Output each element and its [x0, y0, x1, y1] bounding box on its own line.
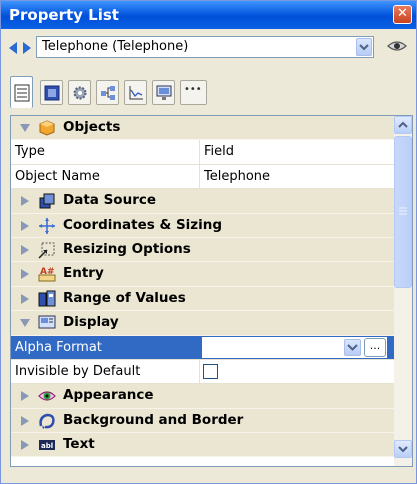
object-selector-value: Telephone (Telephone) — [42, 39, 189, 54]
property-panel: Objects Type Field Object Name Telephone… — [10, 115, 413, 467]
tab-settings[interactable] — [68, 80, 91, 105]
property-row-type[interactable]: Type Field — [11, 140, 394, 165]
chevron-down-icon — [398, 446, 408, 453]
object-icon — [44, 85, 60, 101]
group-label-objects: Objects — [63, 119, 121, 135]
triangle-collapsed-icon — [21, 220, 29, 231]
group-label-coordinates: Coordinates & Sizing — [63, 216, 223, 233]
tab-structure[interactable] — [96, 80, 119, 105]
vertical-scrollbar[interactable] — [394, 116, 412, 466]
property-row-alpha-format[interactable]: Alpha Format ... — [11, 335, 394, 360]
dropdown-button[interactable] — [356, 38, 372, 56]
triangle-collapsed-icon — [21, 269, 29, 280]
group-label-entry: Entry — [63, 265, 104, 282]
scroll-thumb[interactable] — [394, 136, 412, 288]
hierarchy-icon — [101, 86, 115, 100]
property-name: Type — [15, 144, 45, 160]
group-entry[interactable]: A# Entry — [11, 262, 394, 287]
group-label-resizing: Resizing Options — [63, 240, 191, 257]
tab-more[interactable]: ••• — [180, 80, 207, 105]
property-value[interactable]: Telephone — [204, 169, 270, 184]
coordinates-icon — [39, 217, 55, 234]
triangle-collapsed-icon — [21, 440, 29, 451]
tab-object[interactable] — [40, 80, 63, 105]
chevron-down-icon — [359, 44, 369, 51]
triangle-collapsed-icon — [21, 391, 29, 402]
entry-icon: A# — [38, 267, 56, 282]
gear-icon — [73, 86, 87, 100]
ellipsis-button[interactable]: ... — [364, 337, 386, 357]
scroll-down-button[interactable] — [394, 440, 412, 458]
object-selector-dropdown[interactable]: Telephone (Telephone) — [36, 36, 374, 58]
background-border-icon — [39, 413, 55, 429]
property-rows: Objects Type Field Object Name Telephone… — [11, 116, 394, 458]
group-background-border[interactable]: Background and Border — [11, 408, 394, 434]
text-style-icon: abl — [39, 440, 55, 451]
property-row-object-name[interactable]: Object Name Telephone — [11, 164, 394, 190]
group-coordinates[interactable]: Coordinates & Sizing — [11, 213, 394, 238]
monitor-icon — [156, 85, 172, 100]
triangle-expanded-icon — [20, 319, 30, 328]
chevron-down-icon — [347, 343, 358, 351]
data-source-icon — [39, 193, 55, 209]
group-data-source[interactable]: Data Source — [11, 189, 394, 214]
tab-properties[interactable] — [10, 76, 33, 108]
alpha-format-dropdown-button[interactable] — [344, 338, 361, 356]
group-label-display: Display — [63, 314, 119, 331]
svg-text:abl: abl — [41, 442, 53, 450]
invisible-by-default-checkbox[interactable] — [203, 363, 218, 379]
tab-graph[interactable] — [124, 80, 147, 105]
title-bar[interactable]: Property List ✕ — [1, 1, 416, 29]
tab-screen[interactable] — [152, 80, 175, 105]
triangle-expanded-icon — [20, 124, 30, 132]
group-label-range: Range of Values — [63, 289, 186, 306]
range-icon — [38, 290, 56, 307]
property-name: Object Name — [15, 168, 100, 184]
grip-icon — [399, 207, 407, 215]
scroll-up-button[interactable] — [394, 116, 412, 134]
close-icon: ✕ — [397, 6, 408, 21]
display-icon — [38, 315, 56, 329]
group-resizing[interactable]: Resizing Options — [11, 237, 394, 263]
group-appearance[interactable]: Appearance — [11, 384, 394, 409]
column-divider — [199, 140, 200, 165]
resizing-icon — [38, 242, 55, 259]
group-display[interactable]: Display — [11, 311, 394, 336]
column-divider — [199, 359, 200, 384]
property-list-window: Property List ✕ Telephone (Telephone) ••… — [0, 0, 417, 484]
group-text[interactable]: abl Text — [11, 433, 394, 458]
prev-next-arrows-icon[interactable] — [9, 40, 31, 56]
triangle-collapsed-icon — [21, 244, 29, 255]
property-row-invisible-by-default[interactable]: Invisible by Default — [11, 359, 394, 385]
triangle-collapsed-icon — [21, 415, 29, 426]
group-label-text: Text — [63, 436, 95, 453]
window-title: Property List — [9, 6, 119, 24]
property-value: Field — [204, 144, 235, 160]
ellipsis-label: ... — [369, 338, 381, 352]
column-divider — [199, 164, 200, 189]
group-objects[interactable]: Objects — [11, 116, 394, 141]
object-selector-row: Telephone (Telephone) — [1, 32, 416, 64]
group-label-appearance: Appearance — [63, 387, 154, 404]
objects-cube-icon — [39, 120, 55, 136]
close-button[interactable]: ✕ — [393, 5, 412, 24]
group-range[interactable]: Range of Values — [11, 286, 394, 312]
more-icon: ••• — [184, 84, 202, 95]
group-label-data-source: Data Source — [63, 192, 157, 209]
appearance-eye-icon — [38, 391, 56, 401]
property-name: Invisible by Default — [15, 363, 141, 379]
line-graph-icon — [129, 86, 143, 100]
triangle-collapsed-icon — [21, 293, 29, 304]
property-name: Alpha Format — [15, 339, 102, 355]
property-tab-bar: ••• — [10, 74, 256, 110]
show-hide-eye-icon[interactable] — [386, 38, 408, 54]
svg-text:A#: A# — [40, 267, 55, 277]
group-label-background-border: Background and Border — [63, 411, 244, 428]
triangle-collapsed-icon — [21, 196, 29, 207]
chevron-up-icon — [398, 121, 408, 128]
list-icon — [14, 84, 30, 102]
